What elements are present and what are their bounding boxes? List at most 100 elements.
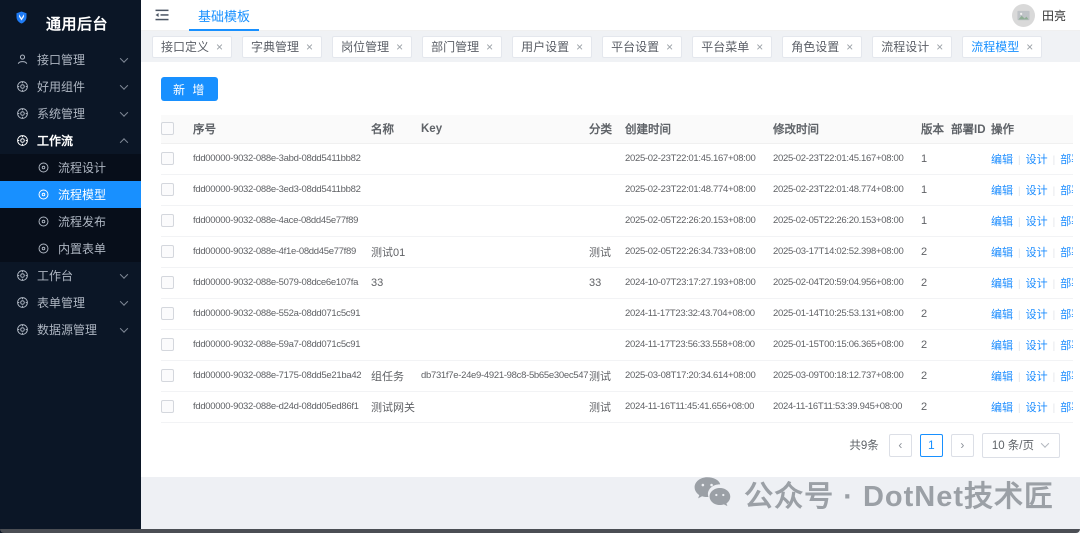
cell-select xyxy=(161,360,193,391)
circle-icon xyxy=(37,215,50,228)
tag-label: 岗位管理 xyxy=(341,38,389,55)
cell-deploy-id xyxy=(951,360,991,391)
close-icon[interactable]: × xyxy=(306,41,313,53)
row-checkbox[interactable] xyxy=(161,307,174,320)
sidebar-item-好用组件[interactable]: 好用组件 xyxy=(0,73,141,100)
cell-key xyxy=(421,143,589,174)
cell-select xyxy=(161,267,193,298)
sidebar-item-接口管理[interactable]: 接口管理 xyxy=(0,46,141,73)
action-设计[interactable]: 设计 xyxy=(1026,309,1048,321)
action-编辑[interactable]: 编辑 xyxy=(991,216,1013,228)
action-编辑[interactable]: 编辑 xyxy=(991,154,1013,166)
next-page-button[interactable]: › xyxy=(951,434,974,457)
tab-base-template[interactable]: 基础模板 xyxy=(195,0,253,31)
cell-key xyxy=(421,174,589,205)
action-设计[interactable]: 设计 xyxy=(1026,247,1048,259)
action-部署[interactable]: 部署 xyxy=(1060,216,1073,228)
action-部署[interactable]: 部署 xyxy=(1060,340,1073,352)
action-编辑[interactable]: 编辑 xyxy=(991,402,1013,414)
row-checkbox[interactable] xyxy=(161,400,174,413)
sidebar-subitem-流程模型[interactable]: 流程模型 xyxy=(0,181,141,208)
close-icon[interactable]: × xyxy=(666,41,673,53)
action-设计[interactable]: 设计 xyxy=(1026,278,1048,290)
row-checkbox[interactable] xyxy=(161,183,174,196)
circle-icon xyxy=(37,242,50,255)
action-编辑[interactable]: 编辑 xyxy=(991,247,1013,259)
sidebar-subitem-内置表单[interactable]: 内置表单 xyxy=(0,235,141,262)
cell-modified: 2024-11-16T11:53:39.945+08:00 xyxy=(773,391,921,422)
cell-category xyxy=(589,329,625,360)
select-all-checkbox[interactable] xyxy=(161,122,174,135)
row-checkbox[interactable] xyxy=(161,338,174,351)
tag-平台设置[interactable]: 平台设置× xyxy=(602,36,682,58)
tag-接口定义[interactable]: 接口定义× xyxy=(152,36,232,58)
cell-created: 2024-11-16T11:45:41.656+08:00 xyxy=(625,391,773,422)
action-编辑[interactable]: 编辑 xyxy=(991,340,1013,352)
tag-角色设置[interactable]: 角色设置 × xyxy=(782,36,862,58)
sidebar-subitem-流程设计[interactable]: 流程设计 xyxy=(0,154,141,181)
table-header: 序号名称Key分类创建时间修改时间版本部署ID操作 xyxy=(161,115,1073,143)
page-size-select[interactable]: 10 条/页 xyxy=(982,433,1060,458)
tag-用户设置[interactable]: 用户设置× xyxy=(512,36,592,58)
action-separator: | xyxy=(1018,403,1021,414)
action-部署[interactable]: 部署 xyxy=(1060,247,1073,259)
row-checkbox[interactable] xyxy=(161,276,174,289)
action-设计[interactable]: 设计 xyxy=(1026,340,1048,352)
menu-fold-icon[interactable] xyxy=(153,6,171,24)
sidebar-item-label: 接口管理 xyxy=(37,51,113,68)
sidebar-item-label: 表单管理 xyxy=(37,294,113,311)
close-icon[interactable]: × xyxy=(1026,41,1033,53)
action-部署[interactable]: 部署 xyxy=(1060,185,1073,197)
action-编辑[interactable]: 编辑 xyxy=(991,185,1013,197)
action-部署[interactable]: 部署 xyxy=(1060,154,1073,166)
chevron-down-icon xyxy=(120,324,128,332)
cell-key xyxy=(421,267,589,298)
user-menu[interactable]: 田亮 xyxy=(1012,4,1066,27)
tag-平台菜单[interactable]: 平台菜单× xyxy=(692,36,772,58)
row-checkbox[interactable] xyxy=(161,152,174,165)
close-icon[interactable]: × xyxy=(216,41,223,53)
action-部署[interactable]: 部署 xyxy=(1060,309,1073,321)
gear-icon xyxy=(16,269,29,282)
tag-岗位管理[interactable]: 岗位管理 × xyxy=(332,36,412,58)
action-设计[interactable]: 设计 xyxy=(1026,371,1048,383)
action-部署[interactable]: 部署 xyxy=(1060,402,1073,414)
tag-流程模型[interactable]: 流程模型× xyxy=(962,36,1042,58)
close-icon[interactable]: × xyxy=(756,41,763,53)
prev-page-button[interactable]: ‹ xyxy=(889,434,912,457)
action-设计[interactable]: 设计 xyxy=(1026,402,1048,414)
tag-字典管理[interactable]: 字典管理× xyxy=(242,36,322,58)
sidebar-item-系统管理[interactable]: 系统管理 xyxy=(0,100,141,127)
cell-version: 2 xyxy=(921,267,951,298)
sidebar-item-表单管理[interactable]: 表单管理 xyxy=(0,289,141,316)
page-number-button[interactable]: 1 xyxy=(920,434,943,457)
tag-流程设计[interactable]: 流程设计× xyxy=(872,36,952,58)
sidebar-subitem-流程发布[interactable]: 流程发布 xyxy=(0,208,141,235)
sidebar-subitem-label: 内置表单 xyxy=(58,240,129,257)
action-设计[interactable]: 设计 xyxy=(1026,154,1048,166)
cell-name: 组任务 xyxy=(371,360,421,391)
chevron-down-icon xyxy=(120,270,128,278)
action-编辑[interactable]: 编辑 xyxy=(991,371,1013,383)
close-icon[interactable]: × xyxy=(936,41,943,53)
tag-部门管理[interactable]: 部门管理× xyxy=(422,36,502,58)
cell-version: 2 xyxy=(921,329,951,360)
sidebar-item-工作流[interactable]: 工作流 xyxy=(0,127,141,154)
close-icon[interactable]: × xyxy=(486,41,493,53)
action-编辑[interactable]: 编辑 xyxy=(991,309,1013,321)
close-icon[interactable]: × xyxy=(396,41,403,53)
row-checkbox[interactable] xyxy=(161,214,174,227)
sidebar-item-工作台[interactable]: 工作台 xyxy=(0,262,141,289)
sidebar-item-数据源管理[interactable]: 数据源管理 xyxy=(0,316,141,343)
action-编辑[interactable]: 编辑 xyxy=(991,278,1013,290)
action-部署[interactable]: 部署 xyxy=(1060,371,1073,383)
close-icon[interactable]: × xyxy=(576,41,583,53)
close-icon[interactable]: × xyxy=(846,41,853,53)
tag-label: 角色设置 xyxy=(791,38,839,55)
action-设计[interactable]: 设计 xyxy=(1026,216,1048,228)
add-button[interactable]: 新 增 xyxy=(161,77,218,101)
row-checkbox[interactable] xyxy=(161,245,174,258)
action-部署[interactable]: 部署 xyxy=(1060,278,1073,290)
row-checkbox[interactable] xyxy=(161,369,174,382)
action-设计[interactable]: 设计 xyxy=(1026,185,1048,197)
